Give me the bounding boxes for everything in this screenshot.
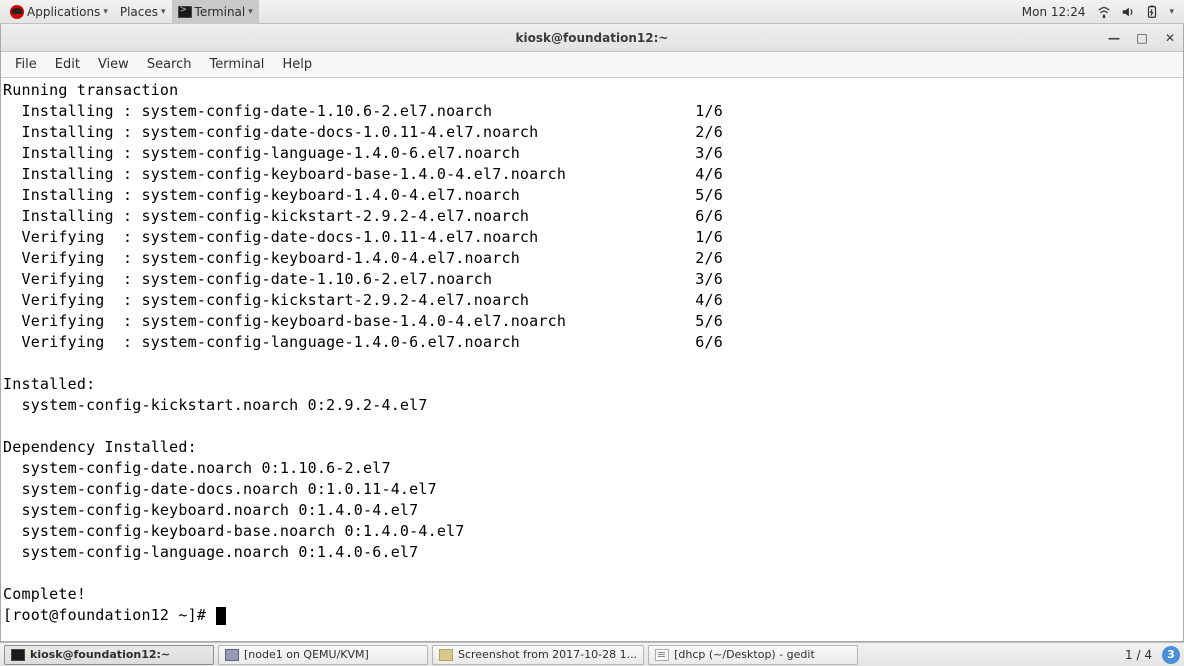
terminal-line: Installing : system-config-language-1.4.…: [3, 143, 1179, 164]
menu-file[interactable]: File: [7, 55, 45, 74]
terminal-output[interactable]: Running transaction Installing : system-…: [1, 78, 1183, 641]
terminal-icon: [11, 649, 25, 661]
terminal-line: Verifying : system-config-date-1.10.6-2.…: [3, 269, 1179, 290]
menu-edit[interactable]: Edit: [47, 55, 88, 74]
bottom-taskbar: kiosk@foundation12:~ [node1 on QEMU/KVM]…: [0, 642, 1184, 666]
menubar: File Edit View Search Terminal Help: [1, 52, 1183, 78]
clock-label: Mon 12:24: [1022, 5, 1086, 19]
terminal-prompt-line[interactable]: [root@foundation12 ~]#: [3, 605, 1179, 626]
terminal-line: Dependency Installed:: [3, 437, 1179, 458]
terminal-line: [3, 353, 1179, 374]
terminal-line: Verifying : system-config-date-docs-1.0.…: [3, 227, 1179, 248]
terminal-line: Verifying : system-config-kickstart-2.9.…: [3, 290, 1179, 311]
terminal-line: Installing : system-config-date-1.10.6-2…: [3, 101, 1179, 122]
chevron-down-icon: ▾: [103, 7, 108, 17]
terminal-line: system-config-language.noarch 0:1.4.0-6.…: [3, 542, 1179, 563]
shell-prompt: [root@foundation12 ~]#: [3, 605, 215, 626]
chevron-down-icon: ▾: [161, 7, 166, 17]
terminal-line: system-config-kickstart.noarch 0:2.9.2-4…: [3, 395, 1179, 416]
menu-view[interactable]: View: [90, 55, 137, 74]
text-editor-icon: [655, 649, 669, 661]
menu-terminal[interactable]: Terminal: [201, 55, 272, 74]
window-title: kiosk@foundation12:~: [516, 31, 669, 45]
terminal-line: Installing : system-config-kickstart-2.9…: [3, 206, 1179, 227]
image-icon: [439, 649, 453, 661]
terminal-line: Verifying : system-config-keyboard-1.4.0…: [3, 248, 1179, 269]
terminal-icon: [178, 6, 192, 18]
window-controls: — □ ✕: [1107, 24, 1177, 52]
applications-menu[interactable]: Applications ▾: [4, 0, 114, 24]
taskbar-item-label: [dhcp (~/Desktop) - gedit: [674, 648, 815, 661]
close-button[interactable]: ✕: [1163, 31, 1177, 45]
terminal-line: Complete!: [3, 584, 1179, 605]
terminal-line: Installing : system-config-keyboard-base…: [3, 164, 1179, 185]
taskbar-item-label: kiosk@foundation12:~: [30, 648, 170, 661]
applications-menu-label: Applications: [27, 5, 100, 19]
chevron-down-icon: ▾: [248, 7, 253, 17]
taskbar-item-gedit[interactable]: [dhcp (~/Desktop) - gedit: [648, 645, 858, 665]
display-icon: [225, 649, 239, 661]
menu-search[interactable]: Search: [139, 55, 200, 74]
places-menu[interactable]: Places ▾: [114, 0, 172, 24]
active-window-label: Terminal: [195, 5, 246, 19]
maximize-button[interactable]: □: [1135, 31, 1149, 45]
terminal-line: Installing : system-config-date-docs-1.0…: [3, 122, 1179, 143]
workspace-indicator[interactable]: 1 / 4: [1119, 648, 1158, 662]
minimize-button[interactable]: —: [1107, 31, 1121, 45]
taskbar-item-label: [node1 on QEMU/KVM]: [244, 648, 369, 661]
volume-icon[interactable]: [1121, 5, 1135, 19]
status-icons: ▾: [1091, 5, 1180, 19]
active-window-menu[interactable]: Terminal ▾: [172, 0, 259, 24]
terminal-line: Running transaction: [3, 80, 1179, 101]
taskbar-item-label: Screenshot from 2017-10-28 1...: [458, 648, 637, 661]
places-menu-label: Places: [120, 5, 158, 19]
top-panel: Applications ▾ Places ▾ Terminal ▾ Mon 1…: [0, 0, 1184, 24]
terminal-line: system-config-date.noarch 0:1.10.6-2.el7: [3, 458, 1179, 479]
taskbar-item-vm[interactable]: [node1 on QEMU/KVM]: [218, 645, 428, 665]
terminal-line: system-config-keyboard.noarch 0:1.4.0-4.…: [3, 500, 1179, 521]
notification-badge[interactable]: 3: [1162, 646, 1180, 664]
terminal-window: kiosk@foundation12:~ — □ ✕ File Edit Vie…: [0, 24, 1184, 642]
terminal-line: Verifying : system-config-keyboard-base-…: [3, 311, 1179, 332]
wifi-icon[interactable]: [1097, 5, 1111, 19]
terminal-line: Installing : system-config-keyboard-1.4.…: [3, 185, 1179, 206]
terminal-line: [3, 563, 1179, 584]
terminal-line: Installed:: [3, 374, 1179, 395]
clock[interactable]: Mon 12:24: [1016, 0, 1092, 24]
chevron-down-icon[interactable]: ▾: [1169, 7, 1174, 17]
terminal-line: [3, 416, 1179, 437]
taskbar-item-terminal[interactable]: kiosk@foundation12:~: [4, 645, 214, 665]
menu-help[interactable]: Help: [274, 55, 320, 74]
cursor-icon: [216, 607, 226, 625]
terminal-line: Verifying : system-config-language-1.4.0…: [3, 332, 1179, 353]
window-titlebar[interactable]: kiosk@foundation12:~ — □ ✕: [1, 24, 1183, 52]
terminal-line: system-config-date-docs.noarch 0:1.0.11-…: [3, 479, 1179, 500]
terminal-line: system-config-keyboard-base.noarch 0:1.4…: [3, 521, 1179, 542]
distro-logo-icon: [10, 5, 24, 19]
battery-icon[interactable]: [1145, 5, 1159, 19]
taskbar-item-screenshot[interactable]: Screenshot from 2017-10-28 1...: [432, 645, 644, 665]
